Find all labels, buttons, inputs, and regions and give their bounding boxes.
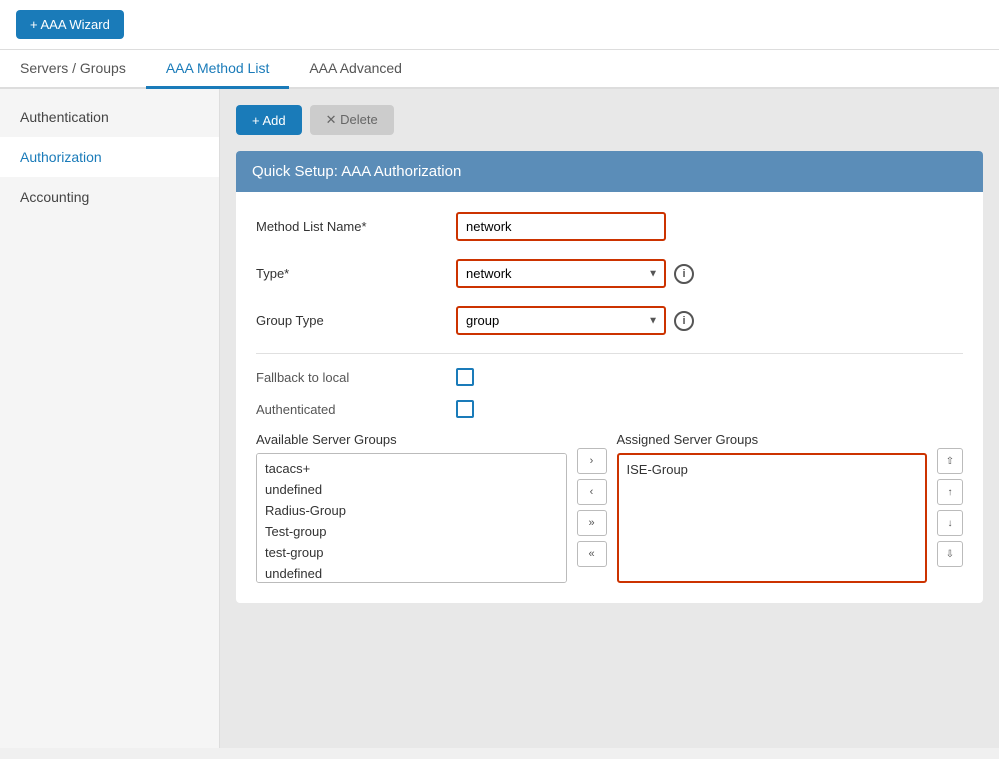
transfer-buttons: › ‹ » « [577, 448, 607, 567]
main-layout: Authentication Authorization Accounting … [0, 89, 999, 748]
fallback-checkbox[interactable] [456, 368, 474, 386]
method-list-name-input[interactable] [456, 212, 666, 241]
delete-button[interactable]: ✕ Delete [310, 105, 394, 135]
server-groups-section: Available Server Groups tacacs+ undefine… [256, 432, 963, 583]
method-list-name-label: Method List Name* [256, 219, 456, 234]
list-item[interactable]: undefined [257, 563, 566, 583]
content-area: + Add ✕ Delete Quick Setup: AAA Authoriz… [220, 89, 999, 748]
top-bar: + AAA Wizard [0, 0, 999, 50]
add-button[interactable]: + Add [236, 105, 302, 135]
aaa-authorization-panel: Quick Setup: AAA Authorization Method Li… [236, 151, 983, 603]
sidebar: Authentication Authorization Accounting [0, 89, 220, 748]
group-type-info-icon[interactable]: i [674, 311, 694, 331]
sidebar-item-accounting[interactable]: Accounting [0, 177, 219, 217]
authenticated-checkbox[interactable] [456, 400, 474, 418]
move-down-button[interactable]: ↓ [937, 510, 963, 536]
divider [256, 353, 963, 354]
move-up-button[interactable]: ↑ [937, 479, 963, 505]
transfer-left-all-button[interactable]: « [577, 541, 607, 567]
list-item[interactable]: test-group [257, 542, 566, 563]
type-select-wrapper: network exec commands ▼ [456, 259, 666, 288]
group-type-label: Group Type [256, 313, 456, 328]
transfer-right-one-button[interactable]: › [577, 448, 607, 474]
list-item[interactable]: undefined [257, 479, 566, 500]
type-label: Type* [256, 266, 456, 281]
list-item[interactable]: Test-group [257, 521, 566, 542]
available-server-groups-label: Available Server Groups [256, 432, 567, 447]
method-list-name-row: Method List Name* [256, 212, 963, 241]
available-server-groups-box: Available Server Groups tacacs+ undefine… [256, 432, 567, 583]
move-bottom-button[interactable]: ⇩ [937, 541, 963, 567]
tab-servers-groups[interactable]: Servers / Groups [0, 50, 146, 89]
group-type-row: Group Type group radius tacacs+ ▼ i [256, 306, 963, 335]
list-item[interactable]: Radius-Group [257, 500, 566, 521]
list-item[interactable]: ISE-Group [619, 459, 926, 480]
type-row: Type* network exec commands ▼ i [256, 259, 963, 288]
list-item[interactable]: tacacs+ [257, 458, 566, 479]
sidebar-item-authorization[interactable]: Authorization [0, 137, 219, 177]
type-select[interactable]: network exec commands [456, 259, 666, 288]
panel-body: Method List Name* Type* network exec com… [236, 192, 983, 603]
fallback-label: Fallback to local [256, 370, 456, 385]
authenticated-row: Authenticated [256, 400, 963, 418]
group-type-select-wrapper: group radius tacacs+ ▼ [456, 306, 666, 335]
available-server-groups-list[interactable]: tacacs+ undefined Radius-Group Test-grou… [256, 453, 567, 583]
group-type-select[interactable]: group radius tacacs+ [456, 306, 666, 335]
tab-aaa-method-list[interactable]: AAA Method List [146, 50, 290, 89]
tab-aaa-advanced[interactable]: AAA Advanced [289, 50, 422, 89]
transfer-right-all-button[interactable]: » [577, 510, 607, 536]
order-buttons: ⇧ ↑ ↓ ⇩ [937, 448, 963, 567]
transfer-left-one-button[interactable]: ‹ [577, 479, 607, 505]
assigned-server-groups-label: Assigned Server Groups [617, 432, 928, 447]
sidebar-item-authentication[interactable]: Authentication [0, 97, 219, 137]
panel-header: Quick Setup: AAA Authorization [236, 151, 983, 192]
assigned-server-groups-box: Assigned Server Groups ISE-Group [617, 432, 928, 583]
fallback-row: Fallback to local [256, 368, 963, 386]
assigned-server-groups-list[interactable]: ISE-Group [617, 453, 928, 583]
toolbar: + Add ✕ Delete [236, 105, 983, 135]
type-info-icon[interactable]: i [674, 264, 694, 284]
tab-bar: Servers / Groups AAA Method List AAA Adv… [0, 50, 999, 89]
move-top-button[interactable]: ⇧ [937, 448, 963, 474]
aaa-wizard-button[interactable]: + AAA Wizard [16, 10, 124, 39]
authenticated-label: Authenticated [256, 402, 456, 417]
